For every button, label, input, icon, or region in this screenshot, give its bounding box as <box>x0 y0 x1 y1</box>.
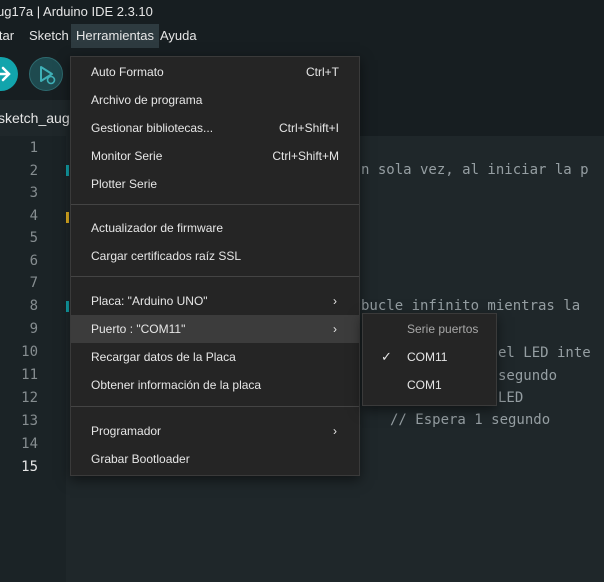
chevron-right-icon: › <box>333 424 337 438</box>
line-number: 4 <box>29 208 38 224</box>
menu-item-archivo-de-programa[interactable]: Archivo de programa <box>71 86 359 114</box>
line-number: 1 <box>29 140 38 156</box>
line-number: 3 <box>29 185 38 201</box>
menu-separator <box>71 406 359 407</box>
line-number: 7 <box>29 275 38 291</box>
menu-item-actualizador-de-firmware[interactable]: Actualizador de firmware <box>71 214 359 242</box>
code-comment: // Espera 1 segundo <box>390 412 551 428</box>
title-bar: ug17a | Arduino IDE 2.3.10 <box>0 0 604 24</box>
menu-item-recargar-datos[interactable]: Recargar datos de la Placa <box>71 343 359 371</box>
menu-item-obtener-informacion[interactable]: Obtener información de la placa <box>71 371 359 399</box>
menu-item-cargar-certificados[interactable]: Cargar certificados raíz SSL <box>71 242 359 270</box>
tab-label: sketch_aug <box>0 110 70 126</box>
line-number: 13 <box>21 413 38 429</box>
puerto-submenu: Serie puertos ✓ COM11 COM1 <box>362 313 497 406</box>
herramientas-menu: Auto Formato Ctrl+T Archivo de programa … <box>70 56 360 476</box>
debug-icon <box>40 66 56 85</box>
arrow-right-icon <box>0 66 11 82</box>
line-number: 11 <box>21 367 38 383</box>
menu-ayuda[interactable]: Ayuda <box>160 24 197 48</box>
line-gutter: 1 2 3 4 5 6 7 8 9 10 11 12 13 14 15 <box>0 136 66 582</box>
menu-item-gestionar-bibliotecas[interactable]: Gestionar bibliotecas... Ctrl+Shift+I <box>71 114 359 142</box>
menu-herramientas[interactable]: Herramientas <box>71 24 160 48</box>
line-number: 12 <box>21 390 38 406</box>
line-number: 14 <box>21 436 38 452</box>
shortcut-label: Ctrl+T <box>306 65 339 79</box>
line-number: 9 <box>29 321 38 337</box>
menu-item-grabar-bootloader[interactable]: Grabar Bootloader <box>71 445 359 473</box>
menu-separator <box>71 204 359 205</box>
menu-item-puerto[interactable]: Puerto : "COM11" › <box>71 315 359 343</box>
menu-edit[interactable]: itar <box>0 24 14 48</box>
shortcut-label: Ctrl+Shift+M <box>272 149 339 163</box>
menu-item-placa[interactable]: Placa: "Arduino UNO" › <box>71 287 359 315</box>
code-fragment-marker <box>66 165 69 176</box>
code-comment: n sola vez, al iniciar la p <box>361 162 589 178</box>
line-number-current: 15 <box>21 459 38 475</box>
menu-item-programador[interactable]: Programador › <box>71 417 359 445</box>
line-number: 2 <box>29 163 38 179</box>
code-fragment-marker <box>66 212 69 223</box>
menu-item-auto-formato[interactable]: Auto Formato Ctrl+T <box>71 58 359 86</box>
menu-item-plotter-serie[interactable]: Plotter Serie <box>71 170 359 198</box>
tab-sketch[interactable]: sketch_aug <box>0 100 78 136</box>
port-option-com1[interactable]: COM1 <box>363 372 496 398</box>
chevron-right-icon: › <box>333 294 337 308</box>
verify-button[interactable] <box>0 57 18 91</box>
shortcut-label: Ctrl+Shift+I <box>278 121 339 135</box>
line-number: 5 <box>29 230 38 246</box>
checkmark-icon: ✓ <box>381 349 392 364</box>
line-number: 6 <box>29 253 38 269</box>
chevron-right-icon: › <box>333 322 337 336</box>
menu-sketch[interactable]: Sketch <box>29 24 69 48</box>
line-number: 10 <box>21 344 38 360</box>
code-comment: el LED inte <box>498 345 591 361</box>
menu-bar: itar Sketch Herramientas Ayuda <box>0 24 604 48</box>
menu-item-monitor-serie[interactable]: Monitor Serie Ctrl+Shift+M <box>71 142 359 170</box>
submenu-header: Serie puertos <box>407 322 479 336</box>
window-title: ug17a | Arduino IDE 2.3.10 <box>0 4 153 19</box>
code-fragment-marker <box>66 301 69 312</box>
code-comment: bucle infinito mientras la <box>361 298 581 314</box>
code-comment: segundo <box>498 368 558 384</box>
menu-separator <box>71 276 359 277</box>
line-number: 8 <box>29 298 38 314</box>
port-option-com11[interactable]: ✓ COM11 <box>363 344 496 370</box>
code-comment: LED <box>498 390 524 406</box>
debug-button[interactable] <box>29 57 63 91</box>
